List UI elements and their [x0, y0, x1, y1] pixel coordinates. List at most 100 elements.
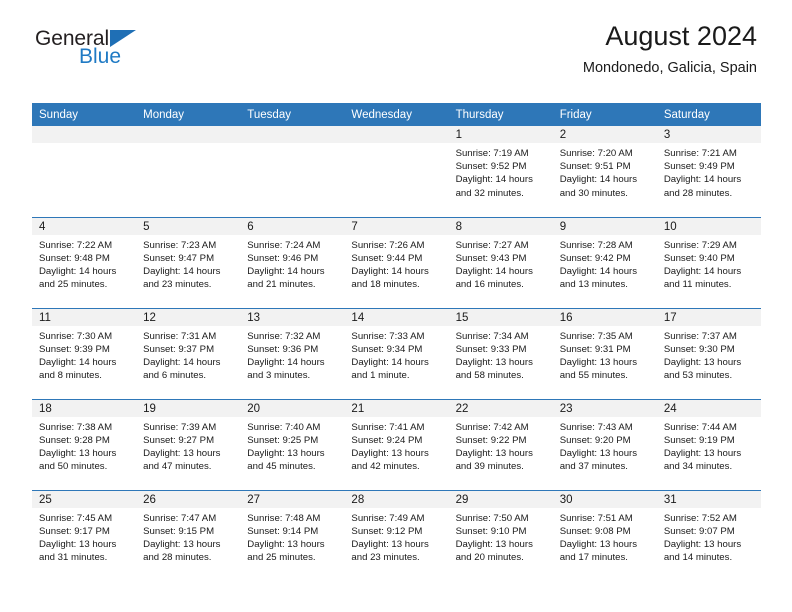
daylight-duration-line1: Daylight: 13 hours	[663, 356, 742, 368]
day-details: Sunrise: 7:39 AM Sunset: 9:27 PM Daylight:…	[136, 417, 240, 474]
daylight-duration-line2: and 8 minutes.	[39, 370, 102, 382]
day-number: 30	[552, 490, 657, 508]
calendar-day-cell[interactable]: 15 Sunrise: 7:34 AM Sunset: 9:33 PM Dayligh…	[448, 307, 553, 399]
day-number: 9	[552, 217, 657, 235]
day-details: Sunrise: 7:30 AM Sunset: 9:39 PM Daylight:…	[32, 326, 136, 383]
calendar-week-row: 1 Sunrise: 7:19 AM Sunset: 9:52 PM Daylight…	[32, 126, 761, 217]
calendar-day-cell[interactable]: 30 Sunrise: 7:51 AM Sunset: 9:08 PM Dayligh…	[552, 489, 657, 581]
calendar-day-cell[interactable]: 11 Sunrise: 7:30 AM Sunset: 9:39 PM Dayligh…	[32, 307, 137, 399]
calendar-grid: Sunday Monday Tuesday Wednesday Thursday…	[32, 103, 761, 581]
sunrise-time: Sunrise: 7:42 AM	[455, 421, 529, 433]
general-blue-logo[interactable]: General Blue	[35, 27, 137, 68]
sunrise-time: Sunrise: 7:30 AM	[39, 330, 113, 342]
sunset-time: Sunset: 9:33 PM	[455, 343, 527, 355]
sunset-time: Sunset: 9:36 PM	[247, 343, 319, 355]
daylight-duration-line2: and 16 minutes.	[455, 279, 524, 291]
day-details: Sunrise: 7:19 AM Sunset: 9:52 PM Daylight:…	[449, 143, 553, 200]
daylight-duration-line2: and 23 minutes.	[143, 279, 212, 291]
sunrise-time: Sunrise: 7:52 AM	[663, 512, 737, 524]
calendar-day-cell[interactable]: 9 Sunrise: 7:28 AM Sunset: 9:42 PM Daylight…	[552, 216, 657, 308]
daylight-duration-line1: Daylight: 13 hours	[455, 447, 533, 459]
calendar-day-cell[interactable]: 26 Sunrise: 7:47 AM Sunset: 9:15 PM Dayligh…	[136, 489, 241, 581]
calendar-day-cell[interactable]: 28 Sunrise: 7:49 AM Sunset: 9:12 PM Dayligh…	[344, 489, 449, 581]
calendar-day-cell[interactable]: 5 Sunrise: 7:23 AM Sunset: 9:47 PM Daylight…	[136, 216, 241, 308]
calendar-day-cell[interactable]: 22 Sunrise: 7:42 AM Sunset: 9:22 PM Dayligh…	[448, 398, 553, 490]
sunset-time: Sunset: 9:07 PM	[663, 525, 735, 537]
calendar-day-cell-empty	[136, 126, 241, 217]
sunset-time: Sunset: 9:37 PM	[143, 343, 215, 355]
daylight-duration-line1: Daylight: 14 hours	[143, 265, 221, 277]
calendar-day-cell[interactable]: 7 Sunrise: 7:26 AM Sunset: 9:44 PM Daylight…	[344, 216, 449, 308]
sunset-time: Sunset: 9:19 PM	[663, 434, 735, 446]
calendar-week-row: 11 Sunrise: 7:30 AM Sunset: 9:39 PM Dayligh…	[32, 307, 761, 399]
calendar-day-cell[interactable]: 29 Sunrise: 7:50 AM Sunset: 9:10 PM Dayligh…	[448, 489, 553, 581]
daylight-duration-line2: and 3 minutes.	[247, 370, 311, 382]
daylight-duration-line2: and 28 minutes.	[143, 552, 212, 564]
day-number: 24	[656, 399, 761, 417]
daylight-duration-line1: Daylight: 13 hours	[663, 538, 742, 550]
calendar-day-cell[interactable]: 27 Sunrise: 7:48 AM Sunset: 9:14 PM Dayligh…	[240, 489, 345, 581]
daylight-duration-line2: and 18 minutes.	[351, 279, 420, 291]
sunset-time: Sunset: 9:52 PM	[455, 161, 527, 173]
day-number	[32, 126, 137, 143]
calendar-day-cell-empty	[344, 126, 449, 217]
sunset-time: Sunset: 9:08 PM	[559, 525, 631, 537]
sunset-time: Sunset: 9:51 PM	[559, 161, 631, 173]
weekday-header-row: Sunday Monday Tuesday Wednesday Thursday…	[32, 103, 761, 126]
calendar-day-cell[interactable]: 21 Sunrise: 7:41 AM Sunset: 9:24 PM Dayligh…	[344, 398, 449, 490]
sunrise-time: Sunrise: 7:34 AM	[455, 330, 529, 342]
calendar-day-cell[interactable]: 18 Sunrise: 7:38 AM Sunset: 9:28 PM Dayligh…	[32, 398, 137, 490]
daylight-duration-line1: Daylight: 13 hours	[559, 447, 638, 459]
calendar-week-row: 4 Sunrise: 7:22 AM Sunset: 9:48 PM Daylight…	[32, 216, 761, 308]
sunset-time: Sunset: 9:14 PM	[247, 525, 319, 537]
sunset-time: Sunset: 9:25 PM	[247, 434, 319, 446]
calendar-day-cell[interactable]: 14 Sunrise: 7:33 AM Sunset: 9:34 PM Dayligh…	[344, 307, 449, 399]
day-details: Sunrise: 7:34 AM Sunset: 9:33 PM Daylight:…	[449, 326, 553, 383]
calendar-day-cell[interactable]: 4 Sunrise: 7:22 AM Sunset: 9:48 PM Daylight…	[32, 216, 137, 308]
sunrise-time: Sunrise: 7:39 AM	[143, 421, 217, 433]
sunrise-time: Sunrise: 7:44 AM	[663, 421, 737, 433]
calendar-day-cell[interactable]: 2 Sunrise: 7:20 AM Sunset: 9:51 PM Daylight…	[552, 126, 657, 217]
title-block: August 2024 Mondonedo, Galicia, Spain	[583, 20, 757, 78]
day-number: 25	[32, 490, 137, 508]
calendar-day-cell[interactable]: 16 Sunrise: 7:35 AM Sunset: 9:31 PM Dayligh…	[552, 307, 657, 399]
calendar-day-cell[interactable]: 31 Sunrise: 7:52 AM Sunset: 9:07 PM Dayligh…	[656, 489, 761, 581]
daylight-duration-line2: and 45 minutes.	[247, 461, 316, 473]
calendar-day-cell[interactable]: 20 Sunrise: 7:40 AM Sunset: 9:25 PM Dayligh…	[240, 398, 345, 490]
calendar-day-cell[interactable]: 8 Sunrise: 7:27 AM Sunset: 9:43 PM Daylight…	[448, 216, 553, 308]
sunrise-time: Sunrise: 7:23 AM	[143, 239, 217, 251]
calendar-day-cell[interactable]: 23 Sunrise: 7:43 AM Sunset: 9:20 PM Dayligh…	[552, 398, 657, 490]
calendar-day-cell[interactable]: 6 Sunrise: 7:24 AM Sunset: 9:46 PM Daylight…	[240, 216, 345, 308]
day-number: 21	[344, 399, 449, 417]
day-number: 22	[448, 399, 553, 417]
calendar-day-cell[interactable]: 19 Sunrise: 7:39 AM Sunset: 9:27 PM Dayligh…	[136, 398, 241, 490]
daylight-duration-line2: and 47 minutes.	[143, 461, 212, 473]
sunrise-time: Sunrise: 7:20 AM	[559, 148, 633, 159]
calendar-day-cell[interactable]: 3 Sunrise: 7:21 AM Sunset: 9:49 PM Daylight…	[656, 126, 761, 217]
day-number: 1	[448, 126, 553, 143]
daylight-duration-line1: Daylight: 14 hours	[247, 356, 325, 368]
calendar-day-cell[interactable]: 10 Sunrise: 7:29 AM Sunset: 9:40 PM Dayligh…	[656, 216, 761, 308]
calendar-day-cell[interactable]: 17 Sunrise: 7:37 AM Sunset: 9:30 PM Dayligh…	[656, 307, 761, 399]
day-details: Sunrise: 7:48 AM Sunset: 9:14 PM Daylight:…	[240, 508, 344, 565]
daylight-duration-line2: and 20 minutes.	[455, 552, 524, 564]
day-number: 31	[656, 490, 761, 508]
calendar-day-cell[interactable]: 13 Sunrise: 7:32 AM Sunset: 9:36 PM Dayligh…	[240, 307, 345, 399]
sunrise-time: Sunrise: 7:35 AM	[559, 330, 633, 342]
daylight-duration-line2: and 58 minutes.	[455, 370, 524, 382]
day-number: 26	[136, 490, 241, 508]
daylight-duration-line1: Daylight: 13 hours	[559, 356, 638, 368]
day-number: 28	[344, 490, 449, 508]
weekday-header-thursday: Thursday	[448, 103, 553, 126]
day-details: Sunrise: 7:38 AM Sunset: 9:28 PM Daylight:…	[32, 417, 136, 474]
calendar-day-cell[interactable]: 12 Sunrise: 7:31 AM Sunset: 9:37 PM Dayligh…	[136, 307, 241, 399]
daylight-duration-line2: and 53 minutes.	[663, 370, 733, 382]
day-details: Sunrise: 7:26 AM Sunset: 9:44 PM Daylight:…	[344, 235, 448, 292]
calendar-day-cell[interactable]: 1 Sunrise: 7:19 AM Sunset: 9:52 PM Daylight…	[448, 126, 553, 217]
calendar-day-cell[interactable]: 25 Sunrise: 7:45 AM Sunset: 9:17 PM Dayligh…	[32, 489, 137, 581]
calendar-day-cell[interactable]: 24 Sunrise: 7:44 AM Sunset: 9:19 PM Dayligh…	[656, 398, 761, 490]
daylight-duration-line1: Daylight: 14 hours	[559, 174, 638, 186]
sunset-time: Sunset: 9:40 PM	[663, 252, 735, 264]
daylight-duration-line1: Daylight: 13 hours	[143, 538, 221, 550]
calendar-day-cell-empty	[240, 126, 345, 217]
